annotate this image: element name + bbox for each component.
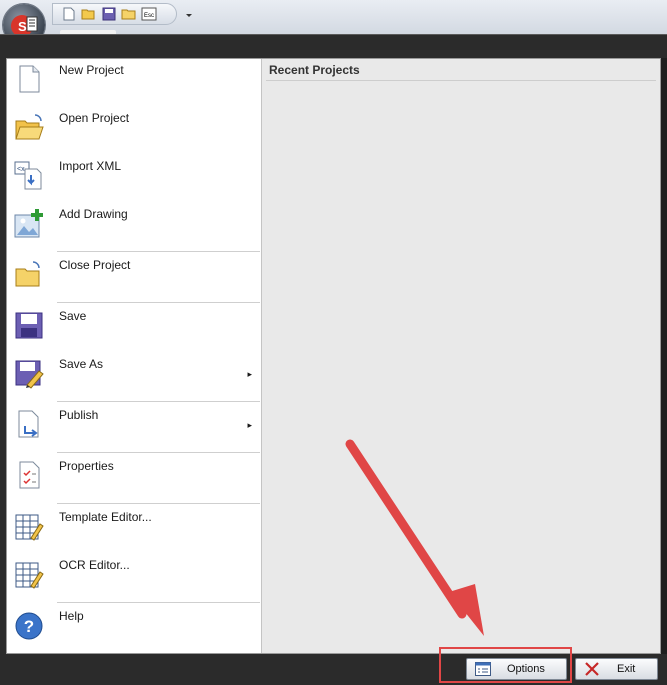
folder-icon[interactable] <box>121 6 137 22</box>
menu-item-add-drawing[interactable]: Add Drawing <box>7 203 260 249</box>
ocr-editor-icon <box>13 558 45 590</box>
menu-item-label: Open Project <box>59 111 130 125</box>
menu-item-save-as[interactable]: Save As ▸ <box>7 353 260 399</box>
menu-item-label: Help <box>59 609 84 623</box>
exit-label: Exit <box>617 663 636 675</box>
template-editor-icon <box>13 510 45 542</box>
menu-item-open-project[interactable]: Open Project <box>7 107 260 153</box>
save-as-icon <box>13 357 45 389</box>
save-icon[interactable] <box>101 6 117 22</box>
submenu-arrow-icon: ▸ <box>247 369 252 379</box>
recent-projects-title: Recent Projects <box>269 63 360 77</box>
menu-item-template-editor[interactable]: Template Editor... <box>7 506 260 552</box>
menu-item-label: Close Project <box>59 258 131 272</box>
menu-item-label: New Project <box>59 63 124 77</box>
menu-item-label: Add Drawing <box>59 207 128 221</box>
separator <box>57 302 260 303</box>
menu-item-publish[interactable]: Publish ▸ <box>7 404 260 450</box>
menu-item-help[interactable]: ? Help <box>7 605 260 651</box>
properties-icon <box>13 459 45 491</box>
separator <box>57 503 260 504</box>
menu-item-label: Properties <box>59 459 114 473</box>
menu-item-label: Template Editor... <box>59 510 152 524</box>
menu-item-label: Import XML <box>59 159 122 173</box>
right-edge <box>661 58 667 654</box>
menu-item-ocr-editor[interactable]: OCR Editor... <box>7 554 260 600</box>
menu-item-label: OCR Editor... <box>59 558 130 572</box>
open-folder-icon <box>13 111 45 143</box>
separator <box>57 602 260 603</box>
menu-item-properties[interactable]: Properties <box>7 455 260 501</box>
command-list: New Project Open Project <x Import XML A… <box>7 59 260 653</box>
recent-projects-pane: Recent Projects <box>261 59 660 653</box>
exit-button[interactable]: Exit <box>575 658 658 680</box>
annotation-highlight-box <box>439 647 572 683</box>
svg-text:Esc: Esc <box>144 13 154 19</box>
separator <box>57 251 260 252</box>
new-icon[interactable] <box>61 6 77 22</box>
add-drawing-icon <box>13 207 45 239</box>
save-disk-icon <box>13 309 45 341</box>
menu-item-label: Save As <box>59 357 104 371</box>
menu-item-new-project[interactable]: New Project <box>7 59 260 105</box>
svg-text:?: ? <box>24 617 34 636</box>
import-xml-icon: <x <box>13 159 45 191</box>
quick-access-toolbar: Esc <box>52 3 177 25</box>
qat-dropdown-icon[interactable] <box>184 9 194 19</box>
menu-item-close-project[interactable]: Close Project <box>7 254 260 300</box>
close-folder-icon <box>13 258 45 290</box>
recent-projects-divider <box>266 80 656 81</box>
esc-icon[interactable]: Esc <box>141 6 157 22</box>
separator <box>57 401 260 402</box>
separator <box>57 452 260 453</box>
open-icon[interactable] <box>81 6 97 22</box>
close-icon <box>584 662 600 676</box>
svg-text:S: S <box>18 19 27 34</box>
publish-icon <box>13 408 45 440</box>
submenu-arrow-icon: ▸ <box>247 420 252 430</box>
menu-item-save[interactable]: Save <box>7 305 260 351</box>
menu-item-import-xml[interactable]: <x Import XML <box>7 155 260 201</box>
help-icon: ? <box>13 609 45 641</box>
menu-item-label: Save <box>59 309 87 323</box>
new-document-icon <box>13 63 45 95</box>
menu-item-label: Publish <box>59 408 99 422</box>
svg-text:<x: <x <box>17 166 25 173</box>
